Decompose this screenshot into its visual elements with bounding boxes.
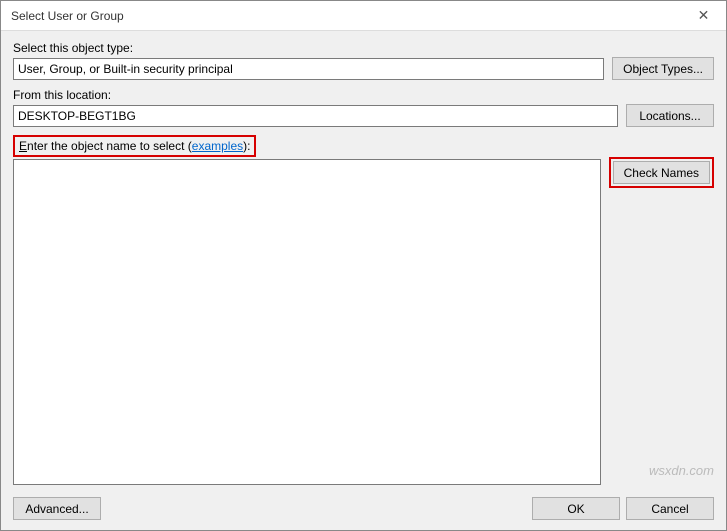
object-name-label: Enter the object name to select (example… (19, 139, 250, 153)
object-type-col: Select this object type: (13, 41, 604, 80)
object-type-label: Select this object type: (13, 41, 604, 55)
locations-button[interactable]: Locations... (626, 104, 714, 127)
bottom-right-buttons: OK Cancel (532, 497, 714, 520)
object-name-col: Enter the object name to select (example… (13, 135, 601, 485)
cancel-button[interactable]: Cancel (626, 497, 714, 520)
object-name-label-highlight: Enter the object name to select (example… (13, 135, 256, 157)
object-name-label-text: nter the object name to select ( (27, 139, 192, 153)
object-type-row: Select this object type: Object Types... (13, 41, 714, 80)
object-name-label-accel: E (19, 139, 27, 153)
ok-button[interactable]: OK (532, 497, 620, 520)
close-icon: ✕ (698, 7, 710, 24)
location-row: From this location: Locations... (13, 88, 714, 127)
side-buttons: Check Names (609, 135, 714, 485)
object-type-input[interactable] (13, 58, 604, 80)
examples-link[interactable]: examples (192, 139, 243, 153)
object-name-input[interactable] (13, 159, 601, 485)
close-button[interactable]: ✕ (681, 1, 726, 31)
dialog-title: Select User or Group (11, 9, 124, 23)
check-names-button[interactable]: Check Names (613, 161, 710, 184)
select-user-group-dialog: Select User or Group ✕ Select this objec… (0, 0, 727, 531)
bottom-button-row: Advanced... OK Cancel (13, 497, 714, 520)
object-name-label-suffix: ): (243, 139, 250, 153)
location-label: From this location: (13, 88, 618, 102)
object-name-area: Enter the object name to select (example… (13, 135, 714, 485)
location-col: From this location: (13, 88, 618, 127)
advanced-button[interactable]: Advanced... (13, 497, 101, 520)
check-names-highlight: Check Names (609, 157, 714, 188)
dialog-content: Select this object type: Object Types...… (1, 31, 726, 530)
location-input[interactable] (13, 105, 618, 127)
object-types-button[interactable]: Object Types... (612, 57, 714, 80)
titlebar: Select User or Group ✕ (1, 1, 726, 31)
